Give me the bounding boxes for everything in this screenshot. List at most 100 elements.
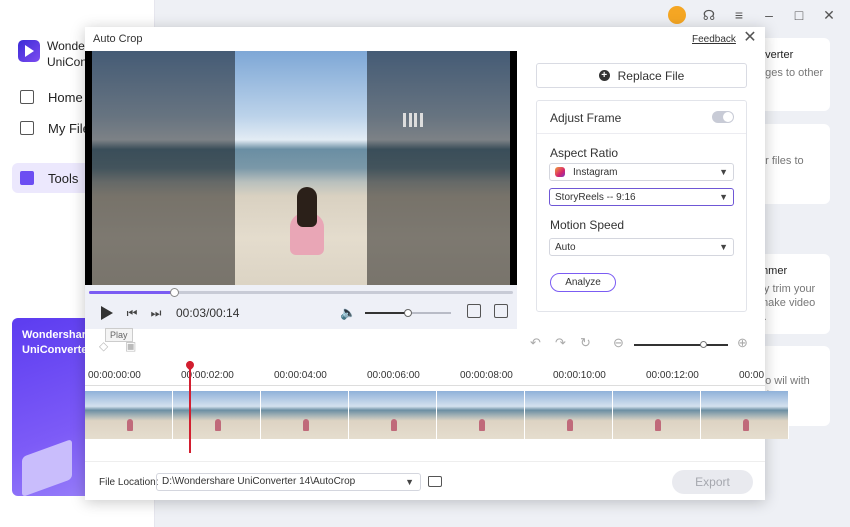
timeline-frame-thumbnail bbox=[437, 391, 525, 439]
chevron-down-icon: ▼ bbox=[405, 477, 414, 487]
add-keyframe-icon[interactable]: ◇ bbox=[99, 339, 108, 353]
volume-slider-fill bbox=[365, 312, 408, 314]
timeline-frame-thumbnail bbox=[85, 391, 173, 439]
folder-icon bbox=[20, 121, 34, 135]
timeline-tick-label: 00:00:04:00 bbox=[274, 370, 327, 381]
timeline-zoom-slider[interactable] bbox=[634, 341, 728, 348]
app-logo-icon bbox=[18, 40, 40, 62]
fullscreen-icon[interactable] bbox=[494, 304, 508, 318]
file-location-value: D:\Wondershare UniConverter 14\AutoCrop bbox=[162, 476, 356, 487]
timeline-frame-thumbnail bbox=[525, 391, 613, 439]
timeline-frame-thumbnail bbox=[173, 391, 261, 439]
card-title: mmer bbox=[759, 265, 788, 277]
crop-drag-handle-icon[interactable] bbox=[403, 113, 423, 127]
card-text: lly trim your make video y. bbox=[759, 283, 816, 323]
plus-icon: + bbox=[598, 70, 610, 81]
video-preview bbox=[85, 51, 517, 285]
motion-speed-value: Auto bbox=[555, 241, 576, 253]
platform-select[interactable]: Instagram ▼ bbox=[549, 163, 734, 181]
replace-file-label: Replace File bbox=[617, 68, 685, 83]
file-location-label: File Location: bbox=[99, 477, 159, 488]
auto-crop-dialog: Auto Crop Feedback ✕ ⏮ ⏭ 00:03/00:14 🔈 P… bbox=[85, 27, 789, 500]
next-frame-icon[interactable]: ⏭ bbox=[149, 305, 163, 321]
open-folder-icon[interactable] bbox=[428, 476, 442, 487]
zoom-out-icon[interactable]: ⊖ bbox=[613, 335, 624, 351]
crop-settings-panel: Adjust Frame Aspect Ratio Instagram ▼ St… bbox=[536, 100, 747, 312]
home-icon bbox=[20, 90, 34, 104]
tools-icon bbox=[20, 171, 34, 185]
adjust-frame-label: Adjust Frame bbox=[550, 111, 622, 125]
timeline-frame-thumbnail bbox=[613, 391, 701, 439]
chevron-down-icon: ▼ bbox=[719, 192, 728, 202]
zoom-in-icon[interactable]: ⊕ bbox=[737, 335, 748, 351]
instagram-icon bbox=[555, 167, 565, 177]
headset-icon[interactable]: ☊ bbox=[702, 8, 716, 22]
reset-icon[interactable]: ↻ bbox=[580, 335, 591, 351]
dialog-footer: File Location: D:\Wondershare UniConvert… bbox=[85, 461, 765, 500]
close-window-icon[interactable]: ✕ bbox=[822, 8, 836, 22]
replace-file-button[interactable]: + Replace File bbox=[536, 63, 747, 88]
chevron-down-icon: ▼ bbox=[719, 242, 728, 252]
timeline-frame-thumbnail bbox=[349, 391, 437, 439]
seek-bar[interactable] bbox=[89, 288, 513, 297]
motion-speed-label: Motion Speed bbox=[550, 218, 625, 232]
ratio-value: StoryReels -- 9:16 bbox=[555, 191, 636, 203]
delete-keyframe-icon[interactable]: ▣ bbox=[125, 339, 136, 353]
platform-value: Instagram bbox=[573, 166, 618, 178]
chevron-down-icon: ▼ bbox=[719, 167, 728, 177]
file-location-select[interactable]: D:\Wondershare UniConverter 14\AutoCrop … bbox=[156, 473, 421, 491]
window-topbar: ☊ ≡ – □ ✕ bbox=[668, 6, 836, 24]
play-icon[interactable] bbox=[101, 306, 113, 320]
sidebar-item-label: Home bbox=[48, 89, 83, 105]
sidebar-item-label: My File bbox=[48, 120, 90, 136]
timeline-frame-thumbnail bbox=[261, 391, 349, 439]
timeline-tick-label: 00:00:12:00 bbox=[646, 370, 699, 381]
timeline-tick-label: 00:00:00:00 bbox=[88, 370, 141, 381]
menu-icon[interactable]: ≡ bbox=[732, 8, 746, 22]
snapshot-icon[interactable] bbox=[467, 304, 481, 318]
export-button[interactable]: Export bbox=[672, 470, 753, 494]
timecode: 00:03/00:14 bbox=[176, 306, 240, 320]
motion-speed-select[interactable]: Auto ▼ bbox=[549, 238, 734, 256]
avatar[interactable] bbox=[668, 6, 686, 24]
crop-mask-left bbox=[92, 51, 235, 285]
previous-frame-icon[interactable]: ⏮ bbox=[125, 305, 139, 321]
aspect-ratio-label: Aspect Ratio bbox=[550, 146, 619, 160]
timeline-tick-label: 00:00:06:00 bbox=[367, 370, 420, 381]
timeline-tick-label: 00:00 bbox=[739, 370, 765, 381]
timeline-zoom-handle[interactable] bbox=[699, 341, 707, 348]
timeline-tick-label: 00:00:10:00 bbox=[553, 370, 606, 381]
seek-bar-handle[interactable] bbox=[169, 288, 179, 297]
brand-line-1: Wonder bbox=[47, 39, 89, 53]
card-text: ages to other bbox=[759, 67, 824, 79]
volume-icon[interactable]: 🔈 bbox=[340, 305, 356, 321]
card-text: ur files to bbox=[759, 155, 804, 167]
card-title: nverter bbox=[759, 49, 794, 61]
close-icon[interactable]: ✕ bbox=[743, 29, 757, 47]
video-subject bbox=[290, 187, 324, 255]
feedback-link[interactable]: Feedback bbox=[692, 34, 736, 45]
analyze-button[interactable]: Analyze bbox=[550, 273, 616, 292]
volume-slider[interactable] bbox=[365, 309, 451, 317]
volume-slider-handle[interactable] bbox=[404, 309, 412, 317]
ratio-select[interactable]: StoryReels -- 9:16 ▼ bbox=[549, 188, 734, 206]
divider bbox=[537, 133, 746, 134]
timeline-frames[interactable] bbox=[85, 391, 789, 439]
dialog-title: Auto Crop bbox=[93, 33, 143, 45]
promo-graphic bbox=[22, 438, 72, 498]
minimize-icon[interactable]: – bbox=[762, 8, 776, 22]
player-controls: ⏮ ⏭ 00:03/00:14 🔈 bbox=[85, 285, 517, 329]
timeline-toolbar: ↶ ↷ ↻ ⊖ ⊕ bbox=[525, 335, 755, 353]
app-brand: Wonder UniCon bbox=[47, 38, 89, 70]
ruler-baseline bbox=[85, 385, 765, 386]
seek-bar-fill bbox=[89, 291, 174, 294]
sidebar-item-label: Tools bbox=[48, 170, 79, 186]
brand-line-2: UniCon bbox=[47, 55, 88, 69]
timeline-playhead[interactable] bbox=[189, 361, 191, 453]
redo-icon[interactable]: ↷ bbox=[555, 335, 566, 351]
crop-mask-right bbox=[367, 51, 510, 285]
adjust-frame-toggle[interactable] bbox=[712, 111, 734, 123]
maximize-icon[interactable]: □ bbox=[792, 8, 806, 22]
undo-icon[interactable]: ↶ bbox=[530, 335, 541, 351]
timeline-frame-thumbnail bbox=[701, 391, 789, 439]
